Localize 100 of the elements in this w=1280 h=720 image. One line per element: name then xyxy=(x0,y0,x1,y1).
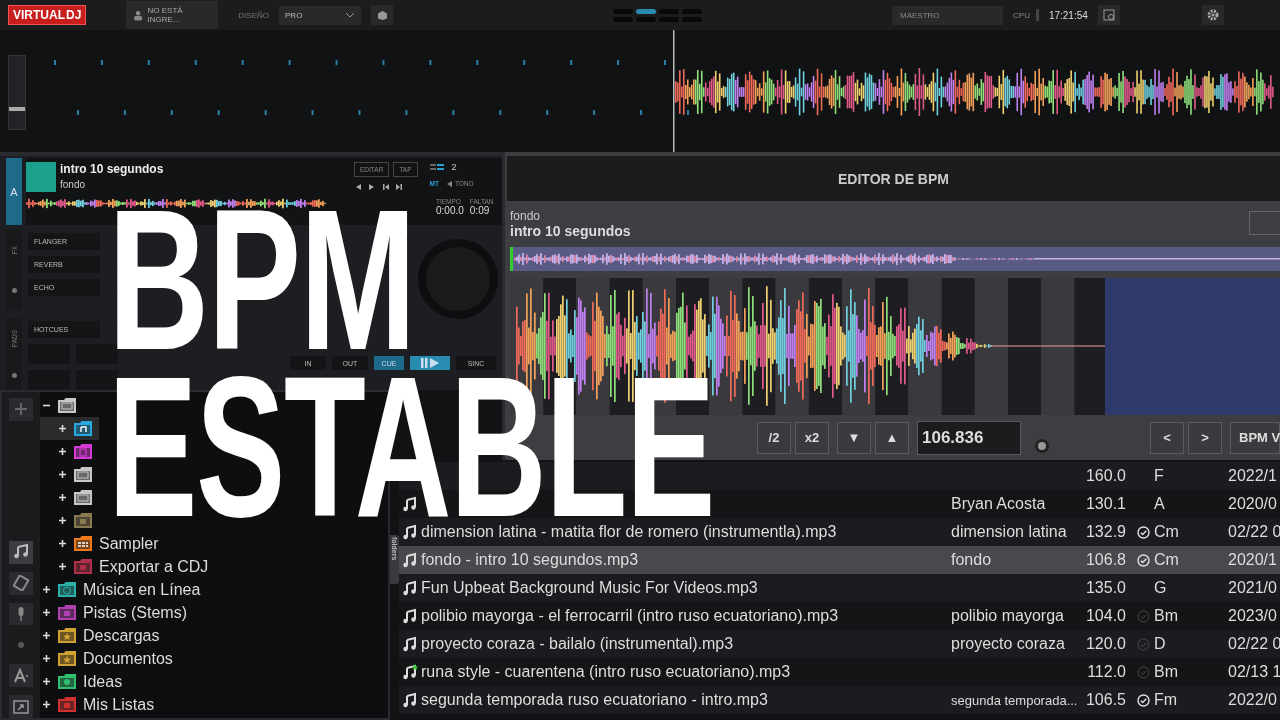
note-tab[interactable] xyxy=(9,540,33,564)
folder-row[interactable]: Ideas xyxy=(40,670,129,693)
folder-row[interactable]: Descargas xyxy=(40,624,166,647)
plus-icon xyxy=(13,401,29,418)
artist-cell-text: proyecto coraza xyxy=(951,635,1066,653)
date-cell: 02/13 1 xyxy=(1228,663,1280,681)
layout-tab[interactable] xyxy=(636,8,656,14)
settings-button[interactable] xyxy=(1201,5,1224,25)
layout-label: DISEÑO xyxy=(238,10,269,20)
cpu-meter xyxy=(1035,9,1039,21)
login-button[interactable]: NO ESTÁ INGRE... xyxy=(126,1,219,29)
track-row[interactable]: dimension latina - matita flor de romero (instrumentla).mp3 dimension latina 132.9 Cm 02/22 0 xyxy=(399,518,1280,546)
folder-row[interactable] xyxy=(40,417,99,440)
mic-tab[interactable] xyxy=(9,602,33,626)
indicator-dot xyxy=(1035,438,1049,453)
title-overlay-text: BPM xyxy=(108,205,415,355)
fader-handle[interactable] xyxy=(9,106,25,111)
folder-label: Música en Línea xyxy=(83,580,201,599)
nav-button[interactable]: < xyxy=(1150,421,1184,454)
track-row[interactable]: fondo - intro 10 segundos.mp3 fondo 106.8 Cm 2020/1 xyxy=(399,546,1280,574)
deck-tab[interactable]: A xyxy=(6,158,22,226)
nav-button[interactable]: > xyxy=(1188,421,1222,454)
artist-cell-text: polibio mayorga xyxy=(951,607,1065,625)
sync-lines-icon xyxy=(429,163,444,171)
folder-row[interactable]: Pistas (Stems) xyxy=(40,601,193,624)
bpm-cell-text: 106.8 xyxy=(1084,551,1126,569)
play-pause-button[interactable] xyxy=(410,356,450,370)
expand-icon[interactable] xyxy=(58,539,67,548)
editor-artist: fondo xyxy=(510,209,542,223)
elapsed-time: 0:00.0 xyxy=(436,205,464,216)
bpm-tool-button[interactable]: /2 xyxy=(757,421,791,454)
track-title-cell-text: runa style - cuarentena (intro ruso ecuatoriano).mp3 xyxy=(421,663,792,681)
track-row[interactable]: Fun Upbeat Background Music For Videos.mp3 135.0 G 2021/0 xyxy=(399,574,1280,602)
track-artist: fondo xyxy=(60,179,87,190)
key-cell-text: Bm xyxy=(1154,663,1179,681)
artist-cell-text: fondo xyxy=(951,551,993,569)
bpm-tool-button[interactable]: ▼ xyxy=(837,421,871,454)
track-row[interactable]: segunda temporada ruso ecuatoriano - intro.mp3 segunda temporada... 106.5 Fm 2022/0 xyxy=(399,686,1280,714)
folder-label: Exportar a CDJ xyxy=(99,557,209,576)
bpm-mode-button[interactable]: BPM V xyxy=(1230,421,1280,454)
date-cell: 2022/0 xyxy=(1228,691,1277,709)
artist-cell-text: dimension latina xyxy=(951,523,1068,541)
fx-indicator xyxy=(11,287,17,293)
bpm-cell-text: 160.0 xyxy=(1084,467,1126,485)
folder-label: Documentos xyxy=(83,649,173,668)
folder-row[interactable]: Documentos xyxy=(40,647,179,670)
key-cell-text: Cm xyxy=(1154,551,1180,569)
master-field[interactable]: MAESTRO xyxy=(892,5,1003,25)
folder-row[interactable]: Sampler xyxy=(40,532,165,555)
font-tab[interactable] xyxy=(9,664,33,688)
expand-icon[interactable] xyxy=(42,700,51,709)
date-cell: 02/22 0 xyxy=(1228,523,1280,541)
key-cell-text: G xyxy=(1154,579,1168,597)
expand-icon[interactable] xyxy=(58,493,67,502)
cube-icon xyxy=(376,9,388,21)
box-button[interactable] xyxy=(371,5,393,25)
folder-row[interactable]: Exportar a CDJ xyxy=(40,555,215,578)
bpm-tool-button[interactable]: x2 xyxy=(795,421,829,454)
bpm-tool-button[interactable]: ▲ xyxy=(875,421,909,454)
window-icon xyxy=(13,698,29,715)
track-title: intro 10 segundos xyxy=(60,162,165,176)
folder-row[interactable]: Música en Línea xyxy=(40,578,207,601)
key-cell-text: D xyxy=(1154,635,1167,653)
window-tab[interactable] xyxy=(9,695,33,718)
app-logo: VIRTUALDJ xyxy=(8,5,87,25)
expand-icon[interactable] xyxy=(42,585,51,594)
folder-label: Ideas xyxy=(83,672,123,691)
track-title-cell-text: segunda temporada ruso ecuatoriano - intro.mp3 xyxy=(421,691,769,709)
folder-label: Pistas (Stems) xyxy=(83,603,187,622)
expand-icon[interactable] xyxy=(58,447,67,456)
expand-icon[interactable] xyxy=(42,608,51,617)
expand-icon[interactable] xyxy=(58,470,67,479)
artist-cell-text: Bryan Acosta xyxy=(951,495,1047,513)
settings-icon xyxy=(1206,9,1219,21)
key-cell-text: F xyxy=(1154,467,1165,485)
triangle-left-icon xyxy=(446,180,452,187)
editor-title: EDITOR DE BPM xyxy=(507,156,1280,201)
expand-icon[interactable] xyxy=(58,516,67,525)
folder-label: Descargas xyxy=(83,626,160,645)
track-title-cell-text: dimension latina - matita flor de romero (instrumentla).mp3 xyxy=(421,523,838,541)
track-row[interactable]: proyecto coraza - bailalo (instrumental).mp3 proyecto coraza 120.0 D 02/22 0 xyxy=(399,630,1280,658)
key-cell-text: A xyxy=(1154,495,1166,513)
pads-indicator xyxy=(11,372,17,378)
remaining-time: 0:09 xyxy=(469,205,491,216)
expand-icon[interactable] xyxy=(58,562,67,571)
bpm-cell-text: 135.0 xyxy=(1084,579,1126,597)
track-title-cell-text: fondo - intro 10 segundos.mp3 xyxy=(421,551,640,569)
folder-row[interactable]: Mis Listas xyxy=(40,693,161,716)
expand-icon[interactable] xyxy=(42,677,51,686)
expand-icon[interactable] xyxy=(58,424,67,433)
folder-label: Sampler xyxy=(99,534,159,553)
layout-dropdown[interactable]: PRO xyxy=(279,5,361,25)
clock-button[interactable] xyxy=(1097,5,1120,25)
expand-icon[interactable] xyxy=(42,631,51,640)
bpm-input[interactable]: 106.836 xyxy=(917,420,1021,455)
album-cover xyxy=(26,162,56,192)
expand-icon[interactable] xyxy=(42,654,51,663)
plus-tab[interactable] xyxy=(9,398,33,421)
date-cell: 2021/0 xyxy=(1228,579,1277,597)
bpm-cell-text: 106.5 xyxy=(1084,691,1126,709)
